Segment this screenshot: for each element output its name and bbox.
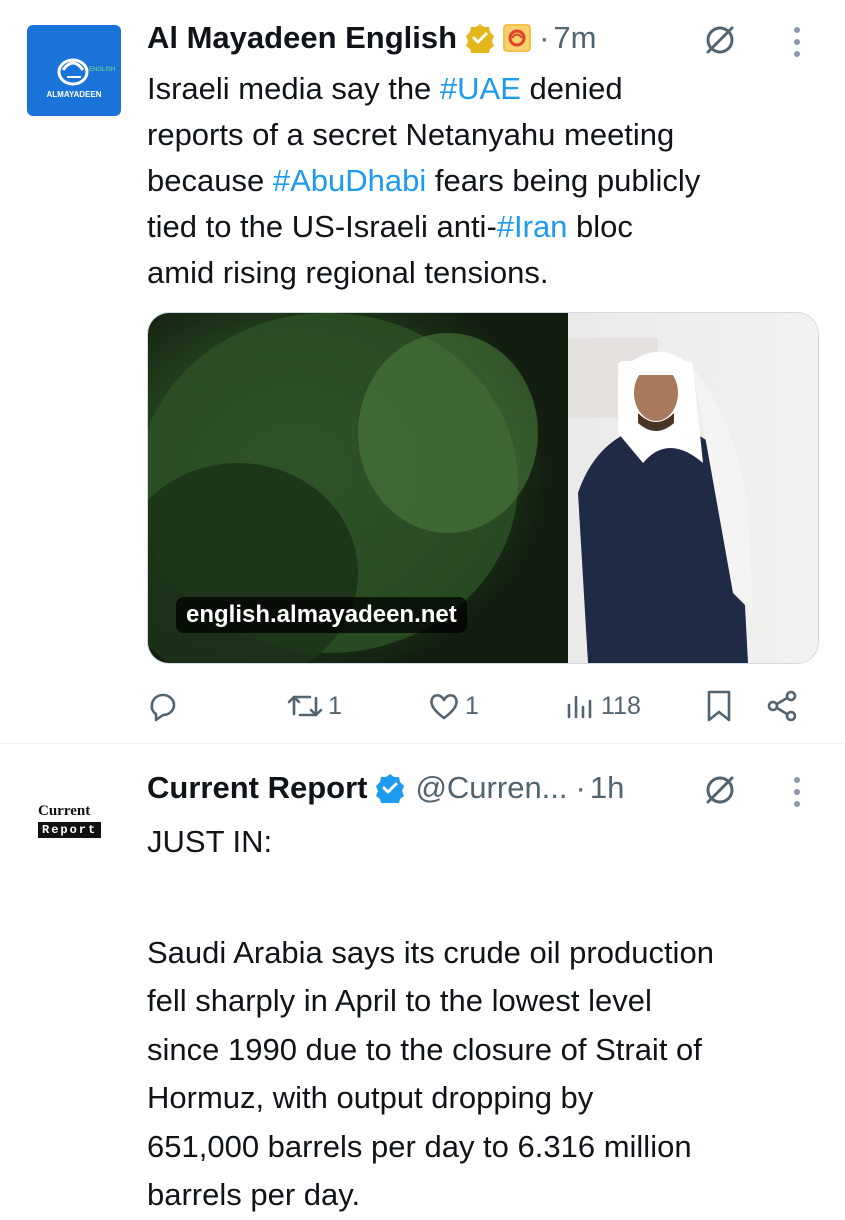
- tweet-text-line: Israeli media say the #UAE denied: [147, 66, 827, 112]
- tweet-text-line: since 1990 due to the closure of Strait …: [147, 1026, 837, 1075]
- text-segment: Israeli media say the: [147, 71, 440, 106]
- views-count: 118: [601, 691, 641, 720]
- avatar-label-top: Current: [38, 803, 91, 819]
- display-name[interactable]: Al Mayadeen English: [147, 20, 457, 56]
- bookmark-icon: [707, 690, 731, 722]
- avatar-label: ALMAYADEEN: [47, 90, 102, 99]
- text-segment: JUST IN:: [147, 824, 273, 859]
- bookmark-button[interactable]: [704, 689, 734, 723]
- like-icon: [430, 694, 458, 720]
- more-icon[interactable]: [785, 22, 809, 62]
- text-segment: Hormuz, with output dropping by: [147, 1080, 594, 1115]
- tweet-text-line: [147, 867, 837, 898]
- avatar-almayadeen[interactable]: ENGLISH ALMAYADEEN: [27, 25, 121, 116]
- text-segment: denied: [520, 71, 623, 106]
- retweet-count: 1: [328, 691, 342, 720]
- separator-dot: ·: [539, 20, 550, 55]
- hashtag-link[interactable]: #AbuDhabi: [273, 163, 426, 198]
- tweet-current-report[interactable]: Current Report Current Report @Curren...…: [0, 744, 845, 1212]
- tweet-text-line: [147, 898, 837, 929]
- retweet-button[interactable]: 1: [286, 689, 342, 723]
- text-segment: barrels per day.: [147, 1177, 361, 1212]
- tweet-text: JUST IN: Saudi Arabia says its crude oil …: [147, 818, 837, 1220]
- link-domain: english.almayadeen.net: [176, 597, 467, 633]
- share-button[interactable]: [765, 689, 799, 723]
- text-segment: amid rising regional tensions.: [147, 255, 549, 290]
- verified-gold-icon[interactable]: [465, 23, 495, 56]
- tweet-text-line: tied to the US-Israeli anti-#Iran bloc: [147, 204, 827, 250]
- hashtag-link[interactable]: #Iran: [497, 209, 568, 244]
- reply-icon: [150, 693, 176, 722]
- reply-button[interactable]: [146, 689, 180, 723]
- almayadeen-logo-icon: ENGLISH ALMAYADEEN: [47, 58, 115, 99]
- display-name[interactable]: Current Report: [147, 770, 367, 806]
- tweet-text-line: barrels per day.: [147, 1171, 837, 1220]
- text-segment: because: [147, 163, 273, 198]
- tweet-text-line: because #AbuDhabi fears being publicly: [147, 158, 827, 204]
- hashtag-link[interactable]: #UAE: [440, 71, 521, 106]
- tweet-text-line: reports of a secret Netanyahu meeting: [147, 112, 827, 158]
- svg-text:ENGLISH: ENGLISH: [89, 67, 115, 73]
- share-icon: [767, 690, 797, 722]
- avatar-current-report[interactable]: Current Report: [38, 802, 112, 842]
- text-segment: Saudi Arabia says its crude oil producti…: [147, 934, 714, 970]
- like-count: 1: [465, 691, 479, 720]
- avatar-label-bottom: Report: [38, 822, 102, 838]
- tweet-text-line: Hormuz, with output dropping by: [147, 1074, 837, 1123]
- link-card-image[interactable]: english.almayadeen.net: [147, 312, 819, 664]
- like-button[interactable]: 1: [427, 689, 479, 723]
- views-icon: [567, 695, 592, 719]
- tweet-almayadeen[interactable]: ENGLISH ALMAYADEEN Al Mayadeen English ·…: [0, 0, 845, 744]
- text-segment: tied to the US-Israeli anti-: [147, 209, 497, 244]
- text-segment: fell sharply in April to the lowest leve…: [147, 983, 652, 1018]
- text-segment: since 1990 due to the closure of Strait …: [147, 1031, 702, 1067]
- tweet-text-line: amid rising regional tensions.: [147, 250, 827, 296]
- text-segment: 651,000 barrels per day to 6.316 million: [147, 1128, 692, 1164]
- text-segment: bloc: [567, 209, 633, 244]
- tweet-text-line: 651,000 barrels per day to 6.316 million: [147, 1123, 837, 1172]
- tweet-text-line: Saudi Arabia says its crude oil producti…: [147, 929, 837, 978]
- handle[interactable]: @Curren...: [415, 770, 567, 806]
- affiliate-badge-icon[interactable]: [503, 24, 532, 52]
- tweet-text: Israeli media say the #UAE denied reports…: [147, 66, 827, 296]
- grok-icon[interactable]: [700, 20, 740, 60]
- separator-dot: ·: [575, 770, 586, 805]
- timestamp[interactable]: 7m: [553, 20, 596, 56]
- grok-icon[interactable]: [700, 770, 740, 810]
- tweet-actions: 1 1 118: [0, 683, 845, 729]
- views-button[interactable]: 118: [563, 689, 641, 723]
- tweet-header: Al Mayadeen English · 7m: [147, 16, 596, 60]
- tweet-text-line: fell sharply in April to the lowest leve…: [147, 977, 837, 1026]
- tweet-text-line: JUST IN:: [147, 818, 837, 867]
- tweet-header: Current Report @Curren... · 1h: [147, 766, 624, 810]
- timestamp[interactable]: 1h: [590, 770, 624, 806]
- text-segment: reports of a secret Netanyahu meeting: [147, 117, 675, 152]
- text-segment: fears being publicly: [426, 163, 701, 198]
- retweet-icon: [287, 695, 323, 717]
- more-icon[interactable]: [785, 772, 809, 812]
- verified-blue-icon[interactable]: [375, 773, 405, 806]
